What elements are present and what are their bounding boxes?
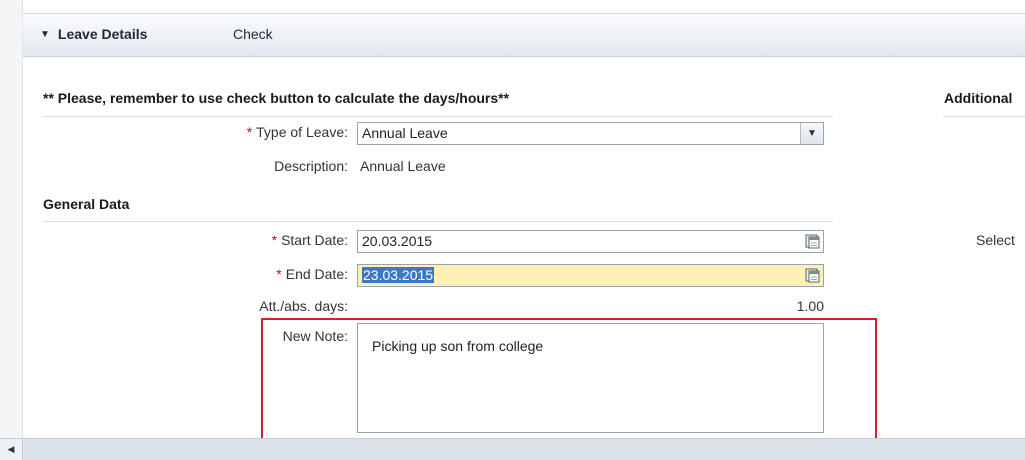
horizontal-scrollbar[interactable]: ◀ [0,438,1025,460]
att-abs-days-label: Att./abs. days: [259,298,348,314]
divider [943,116,1025,117]
start-date-value: 20.03.2015 [362,233,433,249]
calendar-icon[interactable] [804,267,821,284]
new-note-textarea[interactable]: Picking up son from college [357,323,824,433]
type-of-leave-select[interactable]: Annual Leave ▼ [357,122,824,145]
end-date-label: * End Date: [276,266,348,282]
left-rail [0,0,23,459]
required-marker: * [246,124,253,140]
leave-details-tray-toggle[interactable]: ▼ Leave Details [22,13,200,55]
reminder-text: ** Please, remember to use check button … [43,90,510,106]
type-of-leave-label: * Type of Leave: [246,124,348,140]
new-note-value: Picking up son from college [372,338,544,354]
collapse-triangle-icon[interactable]: ▼ [40,29,50,40]
description-label: Description: [274,158,348,174]
end-date-value: 23.03.2015 [362,267,435,283]
att-abs-days-value: 1.00 [796,298,824,314]
divider [43,221,833,222]
divider [43,116,833,117]
end-date-input[interactable]: 23.03.2015 [357,264,824,287]
description-value: Annual Leave [360,158,446,174]
required-marker: * [276,266,282,282]
start-date-label: * Start Date: [271,232,348,248]
dropdown-arrow-icon[interactable]: ▼ [800,123,823,144]
calendar-icon[interactable] [804,233,821,250]
scroll-left-arrow-icon[interactable]: ◀ [0,439,23,460]
leave-details-title: Leave Details [57,26,148,42]
check-button[interactable]: Check [233,13,273,55]
additional-section-title: Additional [944,90,1013,106]
start-date-input[interactable]: 20.03.2015 [357,230,824,253]
required-marker: * [271,232,278,248]
new-note-label: New Note: [282,328,348,344]
select-label: Select [976,232,1015,248]
general-data-title: General Data [43,196,130,212]
type-of-leave-value: Annual Leave [362,125,448,141]
